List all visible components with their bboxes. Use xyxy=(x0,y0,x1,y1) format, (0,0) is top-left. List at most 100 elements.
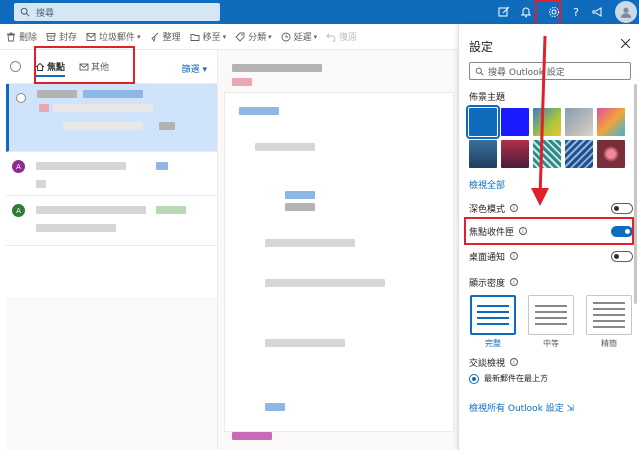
theme-swatch[interactable] xyxy=(533,140,561,168)
density-compact[interactable]: 精簡 xyxy=(585,295,633,349)
list-item[interactable] xyxy=(6,84,217,152)
clock-icon xyxy=(281,32,291,41)
info-icon[interactable]: i xyxy=(510,278,519,286)
dark-mode-toggle[interactable] xyxy=(611,203,633,214)
theme-grid xyxy=(466,105,633,168)
settings-panel: 設定 搜尋 Outlook 設定 佈景主題 檢視全部 深色模式 i 焦點收件匣 … xyxy=(458,24,639,450)
settings-search-input[interactable]: 搜尋 Outlook 設定 xyxy=(469,62,631,80)
snooze-button[interactable]: 延遲 ▾ xyxy=(281,30,317,43)
redacted-content xyxy=(285,203,315,211)
search-box[interactable]: 搜尋 xyxy=(14,3,220,21)
compose-icon[interactable] xyxy=(493,0,515,24)
message-list: 焦點 其他 篩選 ▾ A A xyxy=(6,46,218,450)
folder-move-icon xyxy=(190,33,200,41)
external-link-icon: ⇲ xyxy=(566,404,575,414)
redacted-content xyxy=(285,191,315,199)
list-item[interactable]: A xyxy=(6,196,217,246)
redacted-content xyxy=(239,107,279,115)
archive-icon xyxy=(46,32,56,41)
search-icon xyxy=(475,67,484,76)
broom-icon xyxy=(150,32,158,42)
trash-icon xyxy=(7,32,15,41)
categorize-button[interactable]: 分類 ▾ xyxy=(235,30,272,43)
redacted-time xyxy=(156,206,186,214)
redacted-content xyxy=(265,279,385,287)
megaphone-icon[interactable] xyxy=(587,0,609,24)
redacted-subject xyxy=(232,78,252,86)
message-body xyxy=(224,92,454,432)
newest-on-top-option[interactable]: 最新郵件在最上方 xyxy=(469,373,548,384)
list-header: 焦點 其他 篩選 ▾ xyxy=(6,46,217,84)
info-icon[interactable]: i xyxy=(510,204,519,212)
close-icon[interactable] xyxy=(620,38,631,49)
undo-button[interactable]: 復原 xyxy=(326,30,357,43)
avatar[interactable] xyxy=(615,1,637,23)
theme-swatch[interactable] xyxy=(533,108,561,136)
conversation-view-row: 交談檢視 i xyxy=(469,354,633,370)
tabs-highlight-box xyxy=(34,46,135,84)
list-item[interactable]: A xyxy=(6,152,217,196)
newest-on-top-radio[interactable] xyxy=(469,373,479,384)
theme-label: 佈景主題 xyxy=(469,93,506,103)
redacted-content xyxy=(265,403,285,411)
chevron-down-icon: ▾ xyxy=(137,32,141,41)
redacted-content xyxy=(255,143,315,151)
density-full[interactable]: 完整 xyxy=(469,295,517,349)
density-options: 完整 中等 精簡 xyxy=(469,295,633,349)
tag-icon xyxy=(235,32,245,42)
search-placeholder: 搜尋 xyxy=(36,8,55,19)
junk-button[interactable]: 垃圾郵件 ▾ xyxy=(86,30,141,43)
chevron-down-icon: ▾ xyxy=(268,32,272,41)
select-all-checkbox[interactable] xyxy=(10,61,21,72)
sweep-button[interactable]: 整理 xyxy=(150,30,181,43)
display-density-row: 顯示密度 i xyxy=(469,274,633,290)
undo-icon xyxy=(326,33,336,42)
chevron-down-icon: ▾ xyxy=(222,32,227,41)
redacted-sender xyxy=(37,90,77,98)
theme-swatch[interactable] xyxy=(466,105,500,139)
focused-inbox-highlight-box xyxy=(464,217,634,245)
redacted-subject xyxy=(53,104,153,112)
settings-title: 設定 xyxy=(469,40,494,54)
theme-swatch[interactable] xyxy=(565,108,593,136)
view-all-themes-link[interactable]: 檢視全部 xyxy=(469,178,505,191)
settings-scrollbar[interactable] xyxy=(634,84,637,304)
redacted-sender xyxy=(83,90,143,98)
top-actions: ? xyxy=(493,0,639,24)
density-medium[interactable]: 中等 xyxy=(527,295,575,349)
avatar: A xyxy=(12,204,25,217)
theme-swatch[interactable] xyxy=(469,140,497,168)
redacted-sender xyxy=(36,206,146,214)
theme-swatch[interactable] xyxy=(501,140,529,168)
bell-icon[interactable] xyxy=(515,0,537,24)
list-empty-area xyxy=(6,297,217,450)
search-icon xyxy=(20,7,30,17)
redacted-subject xyxy=(232,64,322,72)
delete-button[interactable]: 刪除 xyxy=(6,30,37,43)
info-icon[interactable]: i xyxy=(510,252,519,260)
avatar: A xyxy=(12,160,25,173)
redacted-subject xyxy=(39,104,49,112)
archive-button[interactable]: 封存 xyxy=(46,30,77,43)
theme-swatch[interactable] xyxy=(501,108,529,136)
redacted-content xyxy=(265,339,345,347)
theme-swatch[interactable] xyxy=(597,108,625,136)
settings-search-placeholder: 搜尋 Outlook 設定 xyxy=(488,67,565,78)
redacted-time xyxy=(156,162,168,170)
redacted-sender xyxy=(36,162,126,170)
view-all-settings-link[interactable]: 檢視所有 Outlook 設定 ⇲ xyxy=(469,401,574,414)
theme-swatch[interactable] xyxy=(597,140,625,168)
desktop-notifications-row: 桌面通知 i xyxy=(469,248,633,264)
move-to-button[interactable]: 移至 ▾ xyxy=(190,30,227,43)
message-select-radio[interactable] xyxy=(16,93,26,103)
help-icon[interactable]: ? xyxy=(565,0,587,24)
theme-swatch[interactable] xyxy=(565,140,593,168)
redacted-subject xyxy=(36,180,46,188)
filter-button[interactable]: 篩選 ▾ xyxy=(182,62,207,75)
desktop-notifications-toggle[interactable] xyxy=(611,251,633,262)
redacted-subject xyxy=(36,224,116,232)
redacted-content xyxy=(265,239,355,247)
dark-mode-row: 深色模式 i xyxy=(469,200,633,216)
redacted-time xyxy=(159,122,175,130)
info-icon[interactable]: i xyxy=(510,358,519,366)
